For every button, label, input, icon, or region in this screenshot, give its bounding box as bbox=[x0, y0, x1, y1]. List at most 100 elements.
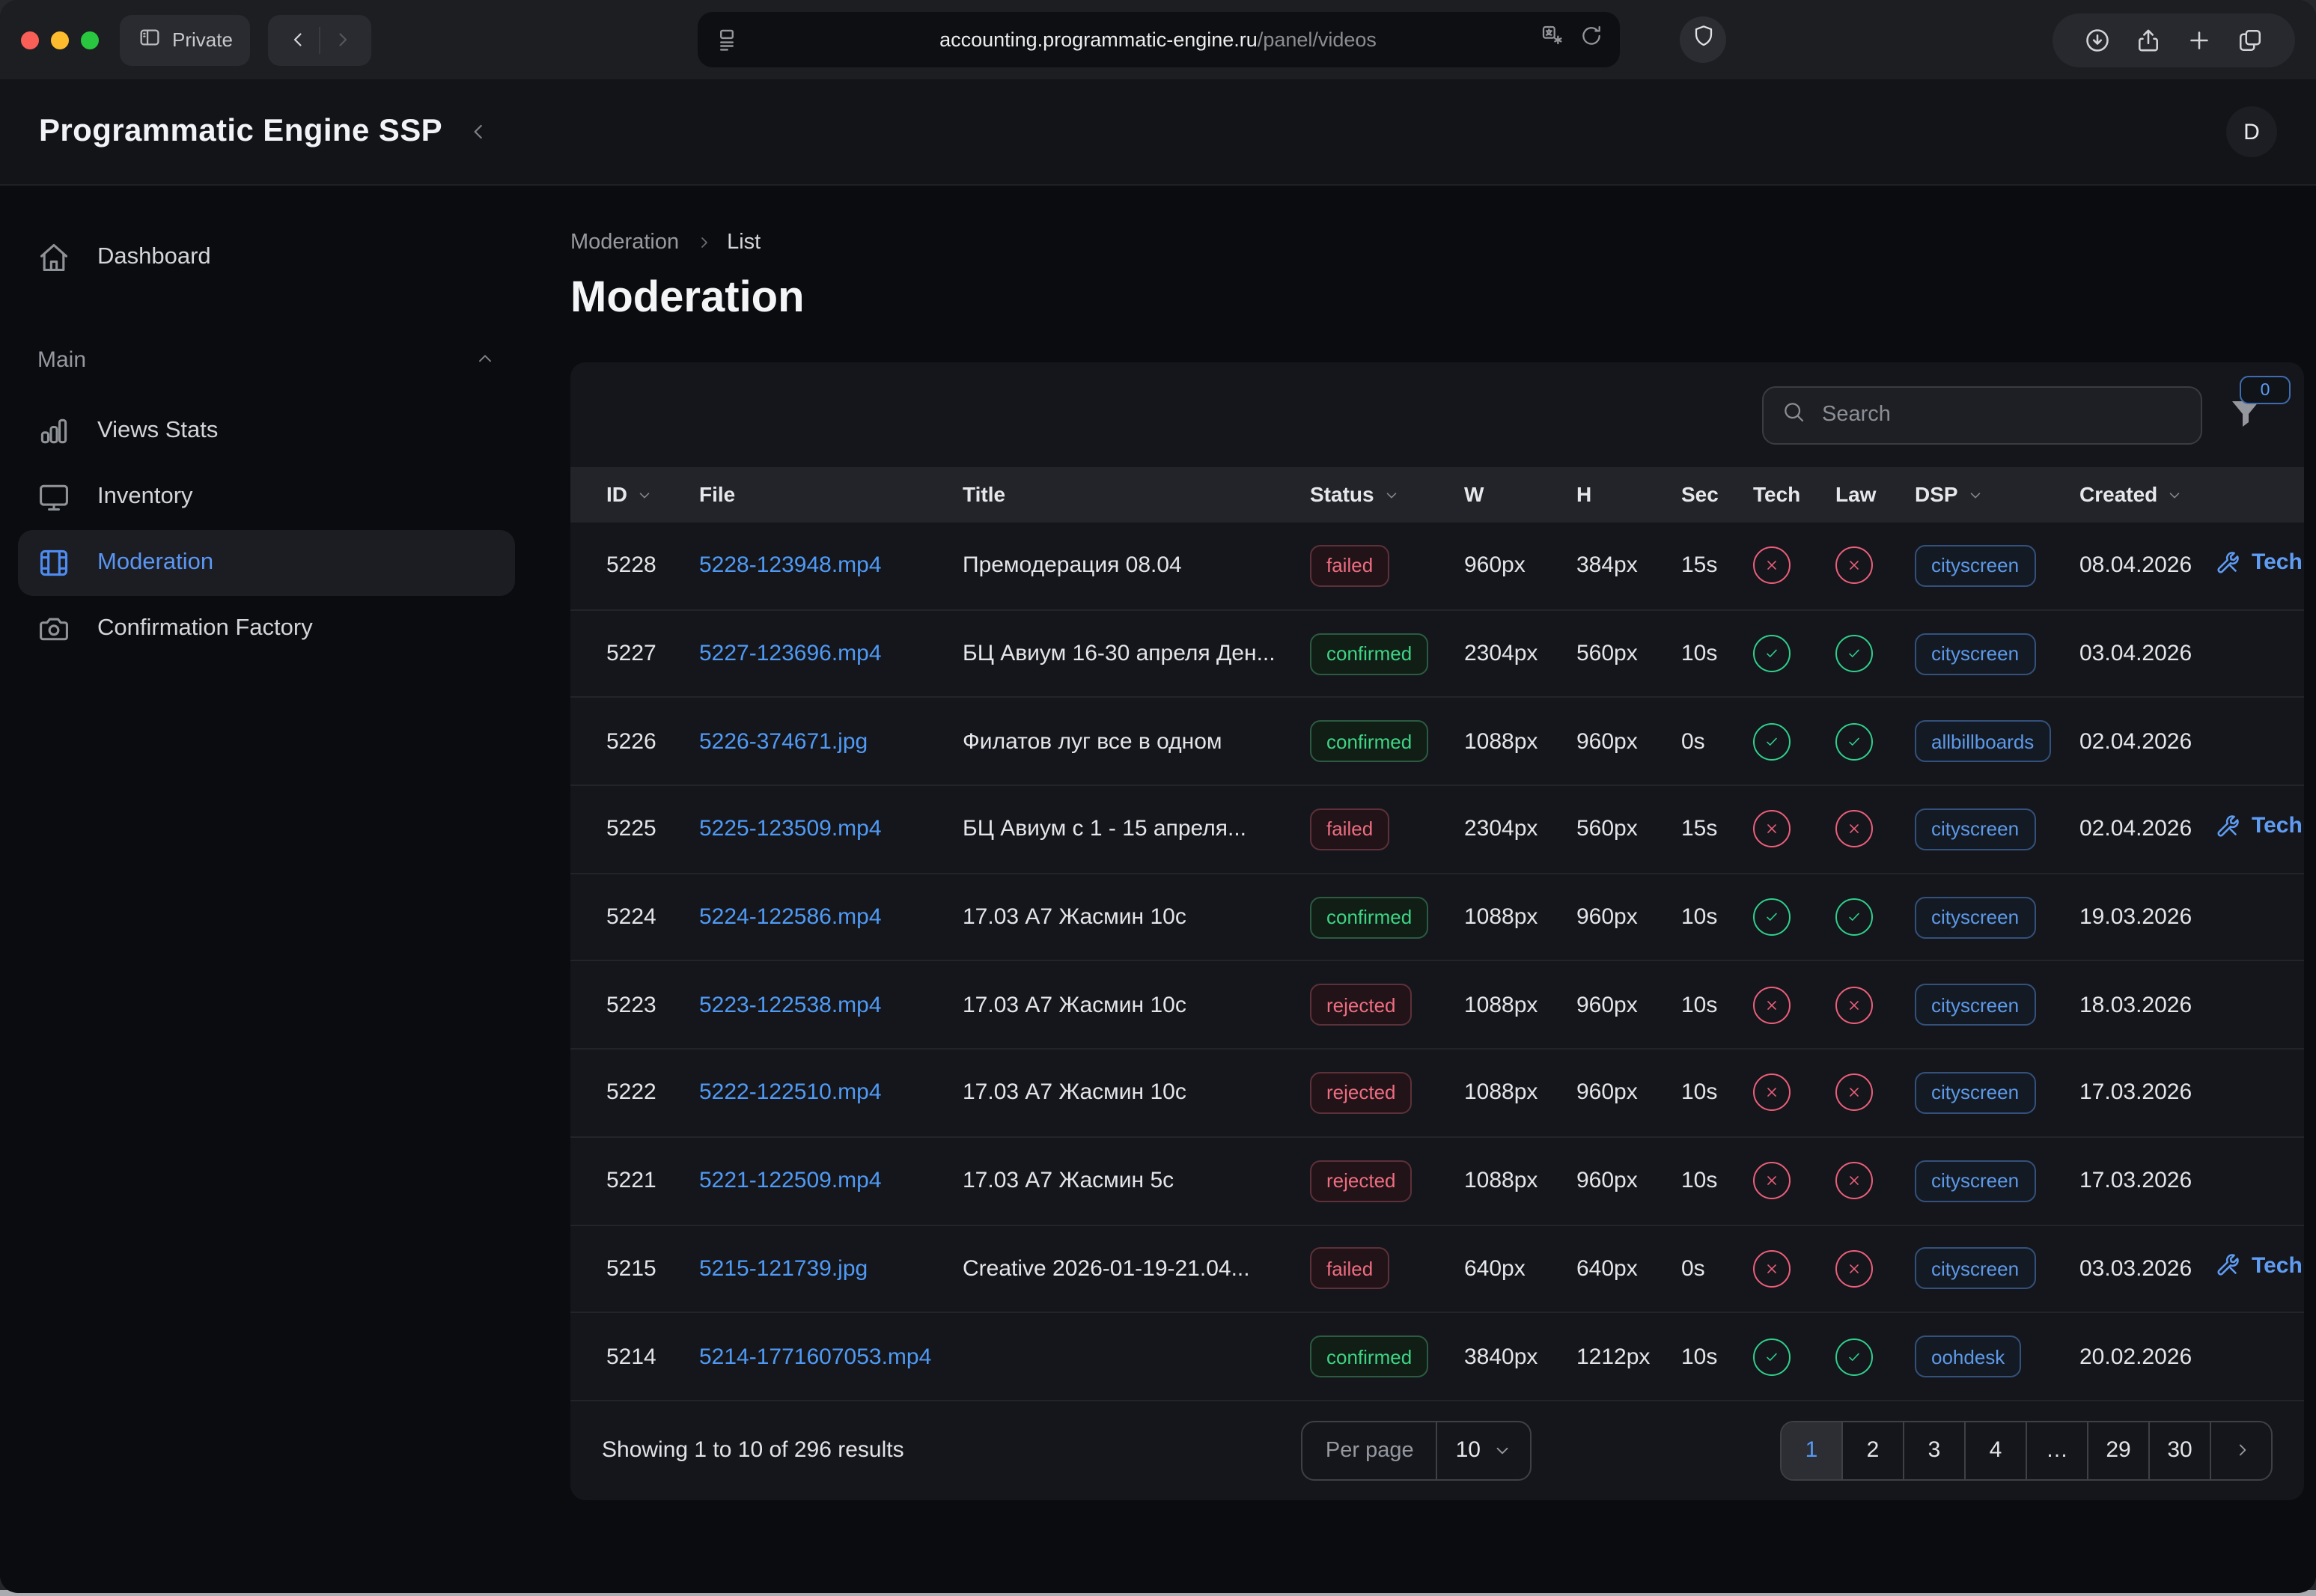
share-button[interactable] bbox=[2123, 17, 2174, 62]
column-label: Title bbox=[963, 482, 1005, 506]
cell-height: 1212px bbox=[1576, 1344, 1681, 1369]
sort-chevron-icon[interactable] bbox=[1967, 486, 1984, 502]
pagination: 1234…2930 bbox=[1780, 1421, 2273, 1481]
results-summary: Showing 1 to 10 of 296 results bbox=[602, 1438, 904, 1463]
file-link[interactable]: 5224-122586.mp4 bbox=[699, 904, 882, 930]
file-link[interactable]: 5215-121739.jpg bbox=[699, 1256, 868, 1282]
cell-title: Creative 2026-01-19-21.04... bbox=[963, 1256, 1310, 1282]
reload-icon[interactable] bbox=[1579, 24, 1603, 55]
address-bar[interactable]: accounting.programmatic-engine.ru/panel/… bbox=[697, 12, 1619, 67]
cell-dsp: cityscreen bbox=[1915, 896, 2079, 938]
column-header-id[interactable]: ID bbox=[606, 482, 699, 506]
file-link[interactable]: 5227-123696.mp4 bbox=[699, 641, 882, 666]
new-tab-button[interactable] bbox=[2174, 17, 2225, 62]
dsp-badge: cityscreen bbox=[1915, 1248, 2035, 1290]
cell-created: 02.04.2026 bbox=[2079, 817, 2214, 842]
page-button-1[interactable]: 1 bbox=[1782, 1422, 1841, 1479]
sidebar-icon bbox=[138, 25, 162, 54]
sort-chevron-icon[interactable] bbox=[1383, 486, 1400, 502]
filter-button[interactable]: 0 bbox=[2228, 395, 2267, 434]
file-link[interactable]: 5225-123509.mp4 bbox=[699, 817, 882, 842]
file-link[interactable]: 5226-374671.jpg bbox=[699, 728, 868, 754]
cell-created: 02.04.2026 bbox=[2079, 728, 2214, 754]
user-avatar[interactable]: D bbox=[2226, 106, 2277, 157]
sidebar-item-moderation[interactable]: Moderation bbox=[18, 530, 515, 596]
search-input-wrap[interactable] bbox=[1762, 386, 2202, 444]
cell-height: 960px bbox=[1576, 904, 1681, 930]
cell-file: 5215-121739.jpg bbox=[699, 1256, 963, 1282]
file-link[interactable]: 5223-122538.mp4 bbox=[699, 993, 882, 1018]
page-button-3[interactable]: 3 bbox=[1903, 1422, 1964, 1479]
tech-comment-link[interactable]: Tech Comment bbox=[2214, 549, 2304, 576]
cell-seconds: 10s bbox=[1681, 1168, 1753, 1193]
cell-width: 1088px bbox=[1464, 904, 1576, 930]
sidebar-item-views-stats[interactable]: Views Stats bbox=[18, 398, 515, 464]
sidebar-item-inventory[interactable]: Inventory bbox=[18, 464, 515, 530]
translate-icon[interactable] bbox=[1540, 24, 1564, 55]
cell-dsp: cityscreen bbox=[1915, 808, 2079, 850]
minimize-window-button[interactable] bbox=[51, 31, 69, 49]
cell-id: 5214 bbox=[606, 1344, 699, 1369]
tools-icon bbox=[2214, 549, 2241, 576]
page-title: Moderation bbox=[570, 274, 2316, 323]
back-button[interactable] bbox=[278, 19, 320, 61]
page-button-4[interactable]: 4 bbox=[1964, 1422, 2026, 1479]
close-window-button[interactable] bbox=[21, 31, 39, 49]
shield-icon bbox=[1691, 24, 1715, 55]
column-label: ID bbox=[606, 482, 627, 506]
next-page-button[interactable] bbox=[2210, 1422, 2271, 1479]
cell-status: failed bbox=[1310, 808, 1464, 850]
cell-status: failed bbox=[1310, 545, 1464, 587]
forward-button[interactable] bbox=[321, 19, 363, 61]
downloads-button[interactable] bbox=[2072, 17, 2123, 62]
tech-comment-link[interactable]: Tech Comment bbox=[2214, 1252, 2304, 1279]
column-label: Sec bbox=[1681, 482, 1719, 506]
file-link[interactable]: 5221-122509.mp4 bbox=[699, 1168, 882, 1193]
status-badge: confirmed bbox=[1310, 896, 1428, 938]
column-header-created[interactable]: Created bbox=[2079, 482, 2214, 506]
cell-status: failed bbox=[1310, 1248, 1464, 1290]
cell-file: 5228-123948.mp4 bbox=[699, 553, 963, 579]
sort-chevron-icon[interactable] bbox=[636, 486, 653, 502]
page-button-29[interactable]: 29 bbox=[2087, 1422, 2148, 1479]
status-badge: failed bbox=[1310, 808, 1389, 850]
cell-file: 5226-374671.jpg bbox=[699, 728, 963, 754]
dsp-badge: cityscreen bbox=[1915, 1160, 2035, 1201]
cell-tech-comment: Tech Comment bbox=[2214, 1252, 2304, 1285]
per-page-select[interactable]: 10 bbox=[1436, 1422, 1530, 1479]
page-button-2[interactable]: 2 bbox=[1841, 1422, 1903, 1479]
sidebar-section-main[interactable]: Main bbox=[18, 332, 515, 386]
search-input[interactable] bbox=[1819, 401, 2183, 428]
sidebar-item-confirmation-factory[interactable]: Confirmation Factory bbox=[18, 596, 515, 662]
zoom-window-button[interactable] bbox=[81, 31, 99, 49]
sort-chevron-icon[interactable] bbox=[2166, 486, 2183, 502]
per-page-control[interactable]: Per page 10 bbox=[1302, 1421, 1532, 1481]
file-link[interactable]: 5214-1771607053.mp4 bbox=[699, 1344, 931, 1369]
collapse-sidebar-icon[interactable] bbox=[466, 120, 490, 144]
page-button-30[interactable]: 30 bbox=[2148, 1422, 2210, 1479]
cell-created: 17.03.2026 bbox=[2079, 1080, 2214, 1106]
home-icon bbox=[37, 241, 70, 274]
table-row-5222: 52225222-122510.mp417.03 А7 Жасмин 10сre… bbox=[570, 1048, 2304, 1136]
breadcrumb-parent[interactable]: Moderation bbox=[570, 231, 679, 255]
cell-tech bbox=[1753, 1162, 1835, 1199]
table-row-5226: 52265226-374671.jpgФилатов луг все в одн… bbox=[570, 697, 2304, 785]
privacy-shield-button[interactable] bbox=[1680, 16, 1726, 63]
file-link[interactable]: 5228-123948.mp4 bbox=[699, 553, 882, 579]
reader-icon[interactable] bbox=[713, 27, 739, 52]
tab-overview-button[interactable] bbox=[2225, 17, 2276, 62]
sidebar-item-dashboard[interactable]: Dashboard bbox=[18, 225, 515, 290]
private-browsing-button[interactable]: Private bbox=[120, 14, 251, 65]
tech-comment-link[interactable]: Tech Comment bbox=[2214, 813, 2304, 840]
page-button-…[interactable]: … bbox=[2026, 1422, 2087, 1479]
column-header-status[interactable]: Status bbox=[1310, 482, 1464, 506]
cell-height: 640px bbox=[1576, 1256, 1681, 1282]
file-link[interactable]: 5222-122510.mp4 bbox=[699, 1080, 882, 1106]
status-badge: failed bbox=[1310, 545, 1389, 587]
table-row-5214: 52145214-1771607053.mp4confirmed3840px12… bbox=[570, 1312, 2304, 1399]
column-header-dsp[interactable]: DSP bbox=[1915, 482, 2079, 506]
cell-file: 5214-1771607053.mp4 bbox=[699, 1344, 963, 1369]
cell-tech-comment: Tech Comment bbox=[2214, 549, 2304, 582]
cell-title: БЦ Авиум с 1 - 15 апреля... bbox=[963, 817, 1310, 842]
table-toolbar: 0 bbox=[570, 362, 2304, 467]
